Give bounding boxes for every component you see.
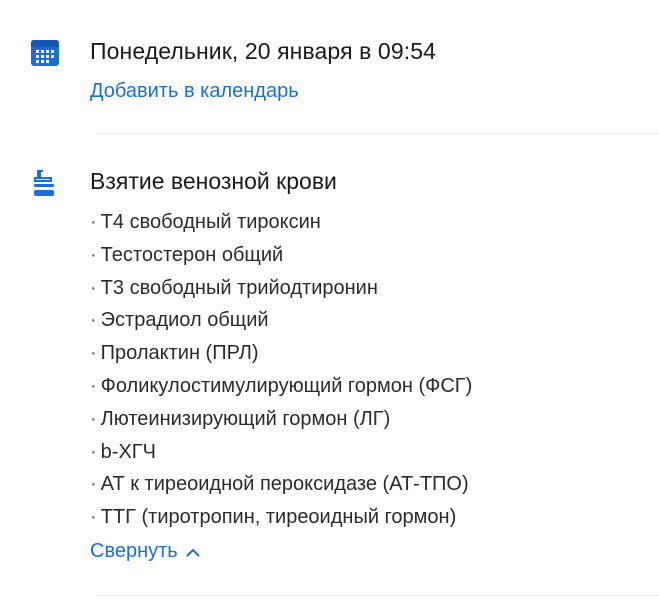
bullet: · xyxy=(90,407,97,430)
test-name: Пролактин (ПРЛ) xyxy=(100,342,259,365)
test-name: АТ к тиреоидной пероксидазе (АТ-ТПО) xyxy=(100,473,469,496)
test-name: Фоликулостимулирующий гормон (ФСГ) xyxy=(100,374,473,397)
appointment-details: Понедельник, 20 января в 09:54 Добавить … xyxy=(0,0,659,600)
test-name: Т4 свободный тироксин xyxy=(100,211,321,233)
test-name: Тестостерон общий xyxy=(100,243,284,266)
list-item: · Лютеинизирующий гормон (ЛГ) xyxy=(90,403,472,436)
collapse-button[interactable]: Свернуть xyxy=(90,540,200,563)
bullet: · xyxy=(90,211,97,233)
appointment-datetime: Понедельник, 20 января в 09:54 xyxy=(90,38,436,64)
test-list: · Т4 свободный тироксин · Тестостерон общи… xyxy=(90,206,472,534)
list-item: · Т4 свободный тироксин xyxy=(90,206,472,239)
list-item: · АТ к тиреоидной пероксидазе (АТ-ТПО) xyxy=(90,468,472,501)
bullet: · xyxy=(90,473,97,496)
bullet: · xyxy=(90,374,97,397)
bullet: · xyxy=(90,276,97,299)
section-divider xyxy=(96,133,659,134)
test-name: Т3 свободный трийодтиронин xyxy=(100,276,378,299)
bullet: · xyxy=(90,243,97,266)
list-item: · Т3 свободный трийодтиронин xyxy=(90,272,472,305)
chevron-up-icon xyxy=(186,548,200,556)
bullet: · xyxy=(90,440,97,463)
bullet: · xyxy=(90,309,97,332)
add-to-calendar-link[interactable]: Добавить в календарь xyxy=(90,80,299,103)
analysis-title: Взятие венозной крови xyxy=(90,168,337,194)
list-item: · Пролактин (ПРЛ) xyxy=(90,337,472,370)
bullet: · xyxy=(90,342,97,365)
test-name: Лютеинизирующий гормон (ЛГ) xyxy=(100,407,391,430)
test-name: Эстрадиол общий xyxy=(100,309,269,332)
bullet: · xyxy=(90,506,97,529)
list-item: · b-ХГЧ xyxy=(90,436,472,469)
test-tube-icon xyxy=(34,170,54,196)
list-item: · ТТГ (тиротропин, тиреоидный гормон) xyxy=(90,501,472,534)
test-name: b-ХГЧ xyxy=(100,440,156,463)
section-divider xyxy=(96,595,659,596)
list-item: · Фоликулостимулирующий гормон (ФСГ) xyxy=(90,370,472,403)
appointment-date-section: Понедельник, 20 января в 09:54 Добавить … xyxy=(0,0,659,134)
list-item: · Эстрадиол общий xyxy=(90,304,472,337)
list-item: · Тестостерон общий xyxy=(90,239,472,272)
collapse-label: Свернуть xyxy=(90,540,178,562)
calendar-icon xyxy=(31,40,59,66)
test-name: ТТГ (тиротропин, тиреоидный гормон) xyxy=(100,506,457,529)
